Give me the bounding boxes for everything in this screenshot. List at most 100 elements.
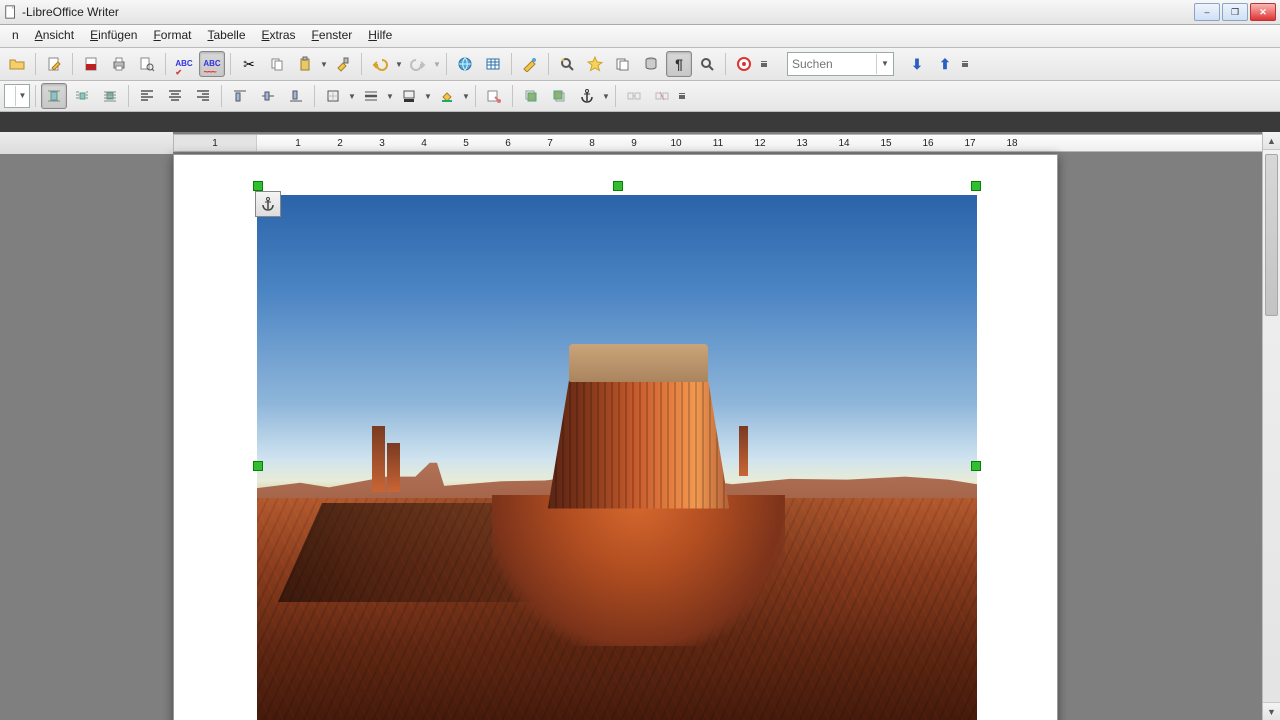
frame-properties-icon[interactable] xyxy=(481,83,507,109)
app-icon xyxy=(4,5,18,19)
find-next-icon[interactable]: ⬇ xyxy=(904,51,930,77)
align-top-icon[interactable] xyxy=(227,83,253,109)
separator xyxy=(72,53,73,75)
unlink-frames-icon[interactable] xyxy=(649,83,675,109)
background-color-icon[interactable] xyxy=(434,83,460,109)
anchor-icon[interactable] xyxy=(574,83,600,109)
format-paintbrush-icon[interactable] xyxy=(330,51,356,77)
background-color-dropdown[interactable]: ▼ xyxy=(462,84,470,108)
print-preview-icon[interactable] xyxy=(134,51,160,77)
border-style-icon[interactable] xyxy=(358,83,384,109)
help-icon[interactable] xyxy=(731,51,757,77)
find-previous-icon[interactable]: ⬆ xyxy=(932,51,958,77)
send-to-back-icon[interactable] xyxy=(546,83,572,109)
align-vcenter-icon[interactable] xyxy=(255,83,281,109)
selected-image-frame[interactable] xyxy=(257,185,977,720)
window-title: LibreOffice Writer xyxy=(26,5,1194,19)
show-draw-functions-icon[interactable] xyxy=(517,51,543,77)
search-dropdown[interactable]: ▼ xyxy=(876,54,893,74)
separator xyxy=(511,53,512,75)
ruler-mark: 13 xyxy=(796,138,807,149)
data-sources-icon[interactable] xyxy=(638,51,664,77)
menu-ansicht[interactable]: Ansicht xyxy=(27,25,82,47)
menu-hilfe[interactable]: Hilfe xyxy=(360,25,400,47)
copy-icon[interactable] xyxy=(264,51,290,77)
style-combo-dropdown[interactable]: ▼ xyxy=(15,86,29,106)
menu-bearbeiten-partial[interactable]: n xyxy=(4,25,27,47)
edit-file-icon[interactable] xyxy=(41,51,67,77)
navigator-icon[interactable] xyxy=(582,51,608,77)
open-icon[interactable] xyxy=(4,51,30,77)
align-bottom-icon[interactable] xyxy=(283,83,309,109)
toolbar-overflow[interactable] xyxy=(759,52,769,76)
redo-icon[interactable] xyxy=(405,51,431,77)
anchor-dropdown[interactable]: ▼ xyxy=(602,84,610,108)
paste-dropdown[interactable]: ▼ xyxy=(320,52,328,76)
align-center-icon[interactable] xyxy=(162,83,188,109)
wrap-through-icon[interactable] xyxy=(97,83,123,109)
bring-to-front-icon[interactable] xyxy=(518,83,544,109)
resize-handle-ml[interactable] xyxy=(253,461,263,471)
horizontal-ruler[interactable]: 1 1 2 3 4 5 6 7 8 9 10 11 12 13 14 15 16… xyxy=(173,134,1263,152)
ruler-mark: 5 xyxy=(463,138,469,149)
ruler-mark: 1 xyxy=(295,138,301,149)
menu-fenster[interactable]: Fenster xyxy=(304,25,361,47)
align-right-icon[interactable] xyxy=(190,83,216,109)
link-frames-icon[interactable] xyxy=(621,83,647,109)
resize-handle-mr[interactable] xyxy=(971,461,981,471)
separator xyxy=(35,85,36,107)
ruler-mark: 6 xyxy=(505,138,511,149)
gallery-icon[interactable] xyxy=(610,51,636,77)
minimize-button[interactable]: – xyxy=(1194,3,1220,21)
paste-icon[interactable] xyxy=(292,51,318,77)
ruler-container: 1 1 2 3 4 5 6 7 8 9 10 11 12 13 14 15 16… xyxy=(0,132,1263,154)
redo-dropdown[interactable]: ▼ xyxy=(433,52,441,76)
menu-format[interactable]: Format xyxy=(145,25,199,47)
ruler-neg-1: 1 xyxy=(212,138,218,149)
separator xyxy=(314,85,315,107)
wrap-off-icon[interactable] xyxy=(41,83,67,109)
frame-toolbar-overflow[interactable] xyxy=(677,84,687,108)
hyperlink-icon[interactable] xyxy=(452,51,478,77)
border-style-dropdown[interactable]: ▼ xyxy=(386,84,394,108)
document-page[interactable] xyxy=(173,154,1058,720)
border-color-icon[interactable] xyxy=(396,83,422,109)
spellcheck-icon[interactable]: ABC✔ xyxy=(171,51,197,77)
export-pdf-icon[interactable] xyxy=(78,51,104,77)
maximize-button[interactable]: ❐ xyxy=(1222,3,1248,21)
find-replace-icon[interactable] xyxy=(554,51,580,77)
border-color-dropdown[interactable]: ▼ xyxy=(424,84,432,108)
resize-handle-tl[interactable] xyxy=(253,181,263,191)
insert-table-icon[interactable] xyxy=(480,51,506,77)
borders-dropdown[interactable]: ▼ xyxy=(348,84,356,108)
undo-dropdown[interactable]: ▼ xyxy=(395,52,403,76)
menu-einfuegen[interactable]: Einfügen xyxy=(82,25,145,47)
find-toolbar-overflow[interactable] xyxy=(960,52,970,76)
menu-extras[interactable]: Extras xyxy=(254,25,304,47)
scroll-up-icon[interactable]: ▲ xyxy=(1263,132,1280,150)
wrap-page-icon[interactable] xyxy=(69,83,95,109)
embedded-image[interactable] xyxy=(257,195,977,720)
ruler-mark: 15 xyxy=(880,138,891,149)
search-input[interactable] xyxy=(788,54,876,74)
separator xyxy=(725,53,726,75)
resize-handle-tc[interactable] xyxy=(613,181,623,191)
ruler-mark: 4 xyxy=(421,138,427,149)
borders-icon[interactable] xyxy=(320,83,346,109)
auto-spellcheck-icon[interactable]: ABC~~~ xyxy=(199,51,225,77)
vertical-scrollbar[interactable]: ▲ ▼ xyxy=(1262,132,1280,720)
resize-handle-tr[interactable] xyxy=(971,181,981,191)
scroll-down-icon[interactable]: ▼ xyxy=(1263,702,1280,720)
cut-icon[interactable]: ✂ xyxy=(236,51,262,77)
anchor-indicator-icon[interactable] xyxy=(255,191,281,217)
style-combo[interactable]: ▼ xyxy=(4,84,30,108)
align-left-icon[interactable] xyxy=(134,83,160,109)
undo-icon[interactable] xyxy=(367,51,393,77)
ruler-mark: 18 xyxy=(1006,138,1017,149)
scroll-thumb[interactable] xyxy=(1265,154,1278,316)
print-icon[interactable] xyxy=(106,51,132,77)
menu-tabelle[interactable]: Tabelle xyxy=(199,25,253,47)
close-button[interactable]: ✕ xyxy=(1250,3,1276,21)
zoom-icon[interactable] xyxy=(694,51,720,77)
nonprinting-chars-icon[interactable]: ¶ xyxy=(666,51,692,77)
